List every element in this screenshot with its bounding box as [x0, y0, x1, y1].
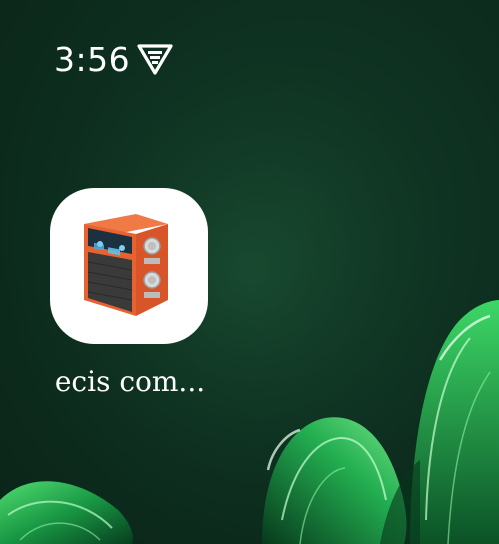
app-shortcut-ecis[interactable]: ecis com...	[30, 186, 230, 406]
status-clock: 3:56	[54, 40, 131, 79]
device-machine-icon	[84, 214, 168, 316]
shield-vpn-icon	[137, 44, 173, 75]
status-bar: 3:56	[0, 0, 499, 100]
app-icon[interactable]	[50, 188, 208, 344]
app-label[interactable]: ecis com...	[30, 364, 230, 400]
